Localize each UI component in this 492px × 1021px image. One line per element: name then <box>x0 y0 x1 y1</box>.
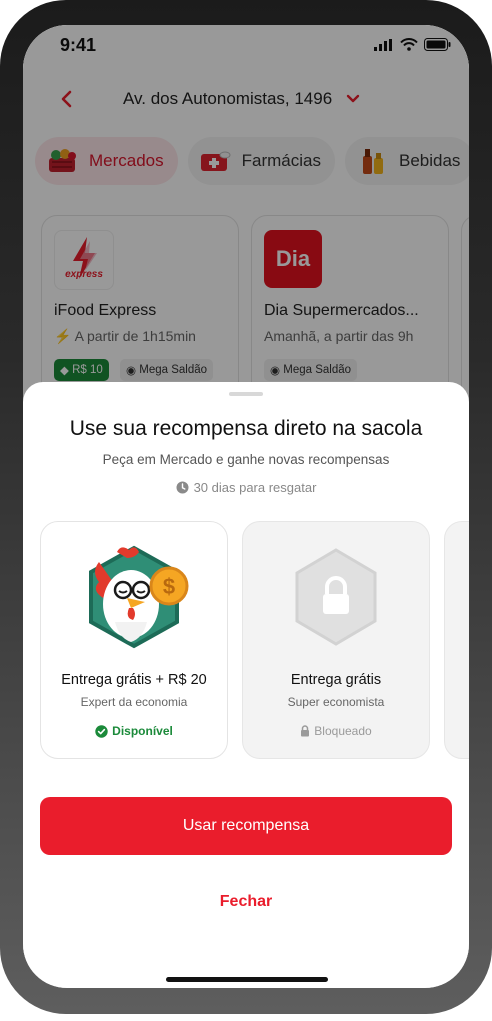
reward-art: $ <box>41 542 227 652</box>
rooster-coin-badge-icon: $ <box>89 545 189 649</box>
phone-screen: 9:41 Av. dos Autonomistas, 1496 Mercados <box>23 25 469 988</box>
sheet-title: Use sua recompensa direto na sacola <box>69 417 423 440</box>
reward-status-text: Bloqueado <box>314 724 372 738</box>
reward-status: Bloqueado <box>243 724 429 738</box>
reward-subtitle: Expert da economia <box>80 695 188 709</box>
lock-icon <box>301 725 310 737</box>
use-reward-button[interactable]: Usar recompensa <box>40 797 452 855</box>
home-indicator <box>166 977 328 982</box>
deadline-row: 30 dias para resgatar <box>23 480 469 495</box>
clock-icon <box>176 481 189 494</box>
reward-card-partial[interactable] <box>444 521 469 759</box>
reward-status: Disponível <box>41 724 227 738</box>
sheet-subtitle: Peça em Mercado e ganhe novas recompensa… <box>102 452 390 467</box>
reward-title: Entrega grátis <box>290 672 382 688</box>
reward-title: Entrega grátis + R$ 20 <box>61 672 207 688</box>
check-circle-icon <box>95 724 108 738</box>
reward-status-text: Disponível <box>112 724 173 738</box>
reward-cards-carousel: $ Entrega grátis + R$ 20 Expert da econo… <box>40 521 469 759</box>
deadline-text: 30 dias para resgatar <box>193 480 317 495</box>
sheet-drag-handle[interactable] <box>229 392 263 396</box>
reward-card-available[interactable]: $ Entrega grátis + R$ 20 Expert da econo… <box>40 521 228 759</box>
rewards-bottom-sheet: Use sua recompensa direto na sacola Peça… <box>23 382 469 988</box>
close-button[interactable]: Fechar <box>143 882 349 922</box>
svg-text:$: $ <box>163 574 175 599</box>
phone-frame: 9:41 Av. dos Autonomistas, 1496 Mercados <box>0 0 492 1014</box>
lock-badge-icon <box>295 548 377 646</box>
reward-art <box>243 542 429 652</box>
reward-subtitle: Super economista <box>287 695 385 709</box>
reward-card-locked[interactable]: Entrega grátis Super economista Bloquead… <box>242 521 430 759</box>
